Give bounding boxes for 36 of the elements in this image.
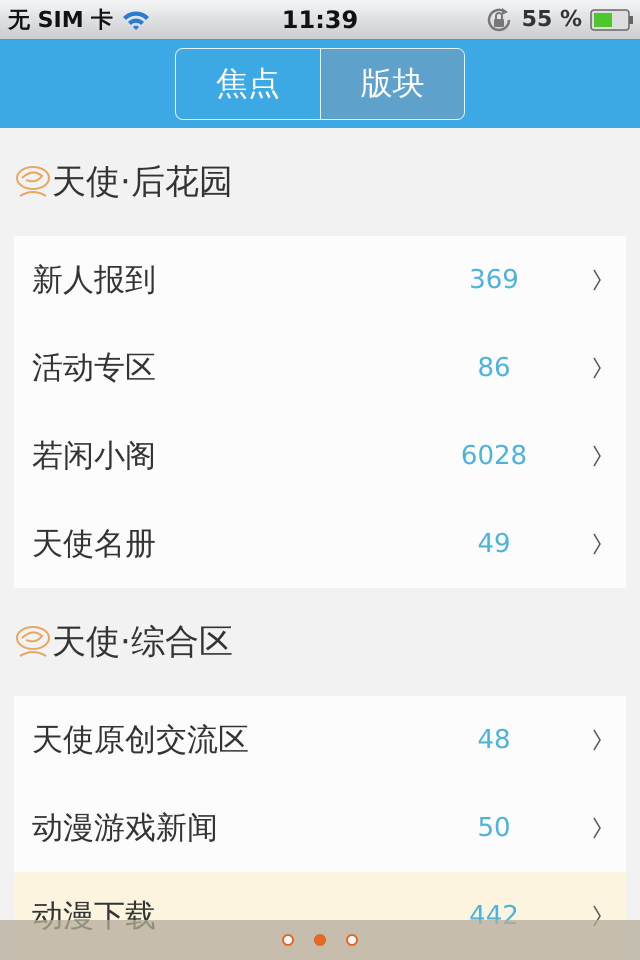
section-title: 天使·综合区 (52, 621, 233, 664)
forum-name: 新人报到 (32, 261, 157, 300)
section-title: 天使·后花园 (52, 161, 233, 204)
forum-name: 活动专区 (32, 349, 157, 388)
post-count: 442 (468, 901, 520, 931)
page-dot[interactable] (282, 934, 294, 946)
forum-row[interactable]: 若闲小阁 6028 (14, 412, 626, 500)
forum-name: 天使原创交流区 (32, 721, 250, 760)
post-count: 49 (476, 529, 512, 559)
chevron-icon (592, 728, 602, 752)
forum-row[interactable]: 天使原创交流区 48 (14, 696, 626, 784)
forum-name: 天使名册 (32, 525, 157, 564)
chevron-icon (592, 268, 602, 292)
chevron-icon (592, 356, 602, 380)
post-count: 86 (476, 353, 512, 383)
forum-row[interactable]: 新人报到 369 (14, 236, 626, 324)
page-dot[interactable] (346, 934, 358, 946)
forum-name: 动漫游戏新闻 (32, 809, 219, 848)
carrier-label: 无 SIM 卡 (8, 6, 114, 34)
forum-row[interactable]: 活动专区 86 (14, 324, 626, 412)
forum-row[interactable]: 动漫游戏新闻 50 (14, 784, 626, 872)
post-count: 50 (476, 813, 512, 843)
page-dot[interactable] (314, 934, 326, 946)
chevron-icon (592, 532, 602, 556)
post-count: 48 (476, 725, 512, 755)
forum-name: 若闲小阁 (32, 437, 157, 476)
post-count: 369 (468, 265, 520, 295)
chevron-icon (592, 816, 602, 840)
clock-time: 11:39 (282, 6, 358, 34)
chevron-icon (592, 444, 602, 468)
battery-percent: 55 % (522, 7, 582, 32)
battery-icon (590, 8, 634, 30)
forum-name: 动漫下载 (32, 897, 157, 936)
forum-row[interactable]: 天使名册 49 (14, 500, 626, 588)
post-count: 6028 (460, 441, 528, 471)
wifi-icon (121, 8, 152, 30)
